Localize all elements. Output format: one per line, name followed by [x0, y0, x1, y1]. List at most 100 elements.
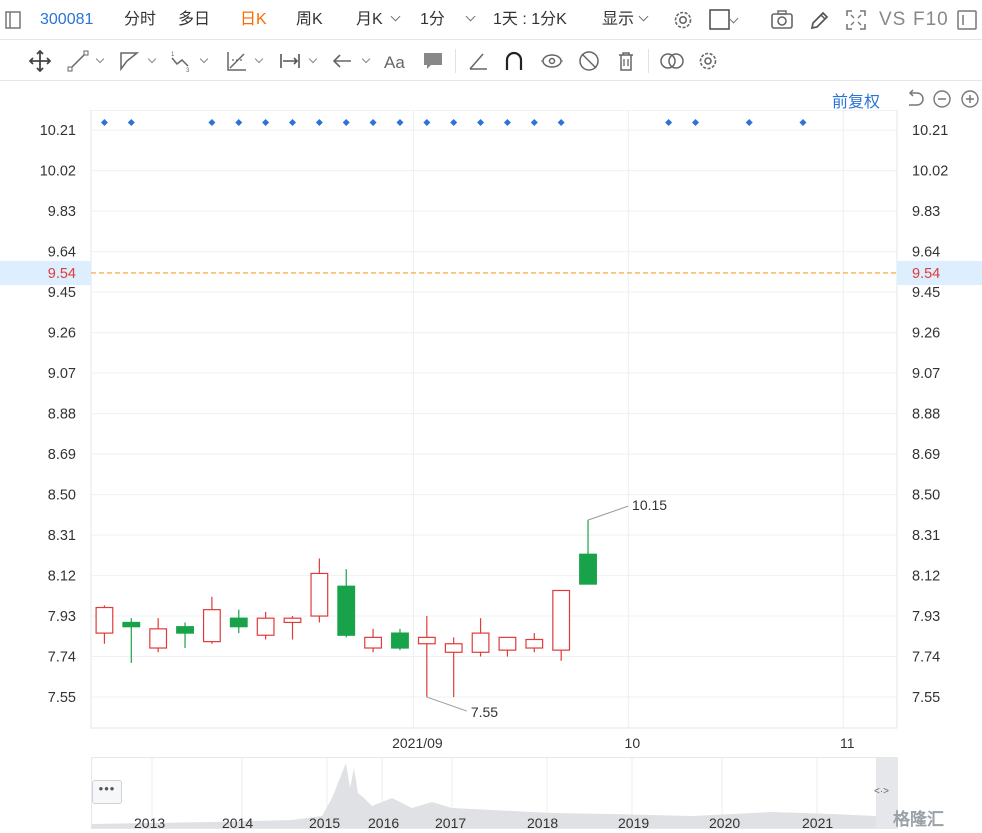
move-icon[interactable]	[29, 50, 51, 72]
undo-icon[interactable]	[905, 89, 925, 109]
gear-icon[interactable]	[697, 50, 719, 72]
candle-up	[525, 638, 544, 649]
event-marker	[450, 119, 458, 126]
y-tick-label: 10.21	[40, 123, 76, 139]
navigator-volume-area	[92, 758, 876, 828]
trash-icon[interactable]	[615, 50, 637, 72]
top-toolbar: 300081 分时 多日 日K 周K 月K 1分 1天 : 1分K 显示 VS …	[0, 0, 982, 40]
zoom-in-icon[interactable]	[960, 89, 980, 109]
f10-button[interactable]: F10	[913, 0, 949, 40]
tab-multiday[interactable]: 多日	[178, 0, 210, 40]
text-tool-icon[interactable]: Aa	[384, 50, 410, 72]
x-tick-label: 11	[840, 735, 855, 751]
ruler-tool-icon[interactable]	[467, 50, 489, 72]
x-axis: 2021/09 10 11	[392, 735, 855, 751]
event-marker	[665, 119, 673, 126]
y-tick-label: 8.31	[912, 528, 940, 544]
toolbar-divider	[648, 49, 649, 73]
event-marker	[342, 119, 350, 126]
candlestick-chart[interactable]: 10.21 10.02 9.83 9.64 9.45 9.26 9.07 8.88 8.69 8.…	[0, 110, 982, 755]
window-icon[interactable]	[956, 9, 978, 31]
gear-icon[interactable]	[671, 9, 695, 31]
comment-tool-icon[interactable]	[422, 50, 444, 72]
current-price-label: 9.54	[48, 266, 76, 282]
y-tick-label: 10.02	[912, 164, 948, 180]
chevron-down-icon[interactable]	[254, 54, 264, 64]
y-tick-label: 9.45	[912, 285, 940, 301]
drawing-toolbar: 13 Aa	[0, 41, 982, 81]
y-tick-label: 7.74	[48, 650, 76, 666]
zoom-out-icon[interactable]	[932, 89, 952, 109]
chevron-down-icon[interactable]	[147, 54, 157, 64]
display-select[interactable]: 显示	[602, 0, 649, 40]
chevron-down-icon	[638, 11, 649, 22]
y-tick-label: 7.55	[48, 690, 76, 706]
channel-tool-icon[interactable]	[118, 50, 140, 72]
candle-down	[337, 585, 356, 636]
y-tick-label: 8.31	[48, 528, 76, 544]
period-label: 1天 : 1分K	[493, 11, 567, 28]
wave-tool-icon[interactable]: 13	[170, 50, 192, 72]
y-tick-label: 8.12	[48, 569, 76, 585]
fullscreen-icon[interactable]	[844, 9, 868, 31]
tab-minute-label: 1分	[420, 11, 445, 28]
y-tick-label: 9.64	[912, 245, 940, 261]
line-tool-icon[interactable]	[67, 50, 89, 72]
chevron-down-icon	[465, 11, 476, 22]
event-markers	[100, 119, 807, 126]
panel-toggle-icon[interactable]	[4, 10, 22, 30]
y-tick-label: 8.88	[48, 407, 76, 423]
period-select[interactable]: 1天 : 1分K	[493, 0, 567, 40]
y-tick-label: 9.07	[48, 366, 76, 382]
chevron-down-icon[interactable]	[95, 54, 105, 64]
y-tick-label: 8.50	[912, 488, 940, 504]
price-adjust-select[interactable]: 前复权	[832, 88, 880, 112]
tab-daily-k[interactable]: 日K	[240, 0, 267, 40]
y-tick-label: 7.55	[912, 690, 940, 706]
tab-monthly-k-label: 月K	[356, 11, 383, 28]
lock-drawing-icon[interactable]	[541, 50, 563, 72]
tab-weekly-k[interactable]: 周K	[296, 0, 323, 40]
tab-monthly-k[interactable]: 月K	[356, 0, 401, 40]
event-marker	[100, 119, 108, 126]
candle-up	[95, 606, 114, 634]
min-price-label: 7.55	[471, 704, 498, 720]
fibonacci-tool-icon[interactable]	[226, 50, 248, 72]
x-tick-label: 2021/09	[392, 735, 443, 751]
camera-icon[interactable]	[770, 9, 794, 31]
navigator-more-button[interactable]: •••	[92, 780, 122, 804]
year-label: 2019	[618, 815, 650, 831]
tab-intraday[interactable]: 分时	[124, 0, 156, 40]
overlay-icon[interactable]	[659, 50, 685, 72]
magnet-icon[interactable]	[503, 50, 525, 72]
current-price-badge-left	[0, 260, 91, 285]
year-label: 2013	[134, 815, 166, 831]
hide-drawing-icon[interactable]	[578, 50, 600, 72]
y-axis-right: 10.21 10.02 9.83 9.64 9.45 9.26 9.07 8.88 8.69 8.…	[912, 123, 948, 706]
square-outline-icon[interactable]	[708, 9, 732, 31]
y-tick-label: 8.12	[912, 569, 940, 585]
tab-minute[interactable]: 1分	[420, 0, 476, 40]
pencil-icon[interactable]	[807, 9, 831, 31]
chevron-down-icon[interactable]	[199, 54, 209, 64]
max-price-label: 10.15	[632, 497, 667, 513]
event-marker	[262, 119, 270, 126]
arrow-tool-icon[interactable]	[331, 50, 353, 72]
y-tick-label: 9.83	[912, 204, 940, 220]
year-label: 2017	[435, 815, 467, 831]
chevron-down-icon[interactable]	[361, 54, 371, 64]
event-marker	[530, 119, 538, 126]
y-tick-label: 9.64	[48, 245, 76, 261]
candle-up	[283, 617, 302, 624]
chevron-down-icon[interactable]	[308, 54, 318, 64]
stock-code[interactable]: 300081	[40, 0, 93, 40]
y-tick-label: 8.69	[912, 447, 940, 463]
navigator-arrows-icon[interactable]: <·>	[874, 786, 889, 797]
range-navigator[interactable]: ••• 2013 2014 2015 2016 2017 2018 2019 2…	[91, 757, 897, 831]
compare-button[interactable]: VS	[879, 0, 906, 40]
candle-down	[176, 626, 194, 634]
range-tool-icon[interactable]	[279, 50, 301, 72]
y-tick-label: 9.26	[48, 326, 76, 342]
y-axis-left: 10.21 10.02 9.83 9.64 9.45 9.26 9.07 8.88 8.69 8.…	[40, 123, 76, 706]
y-tick-label: 10.02	[40, 164, 76, 180]
